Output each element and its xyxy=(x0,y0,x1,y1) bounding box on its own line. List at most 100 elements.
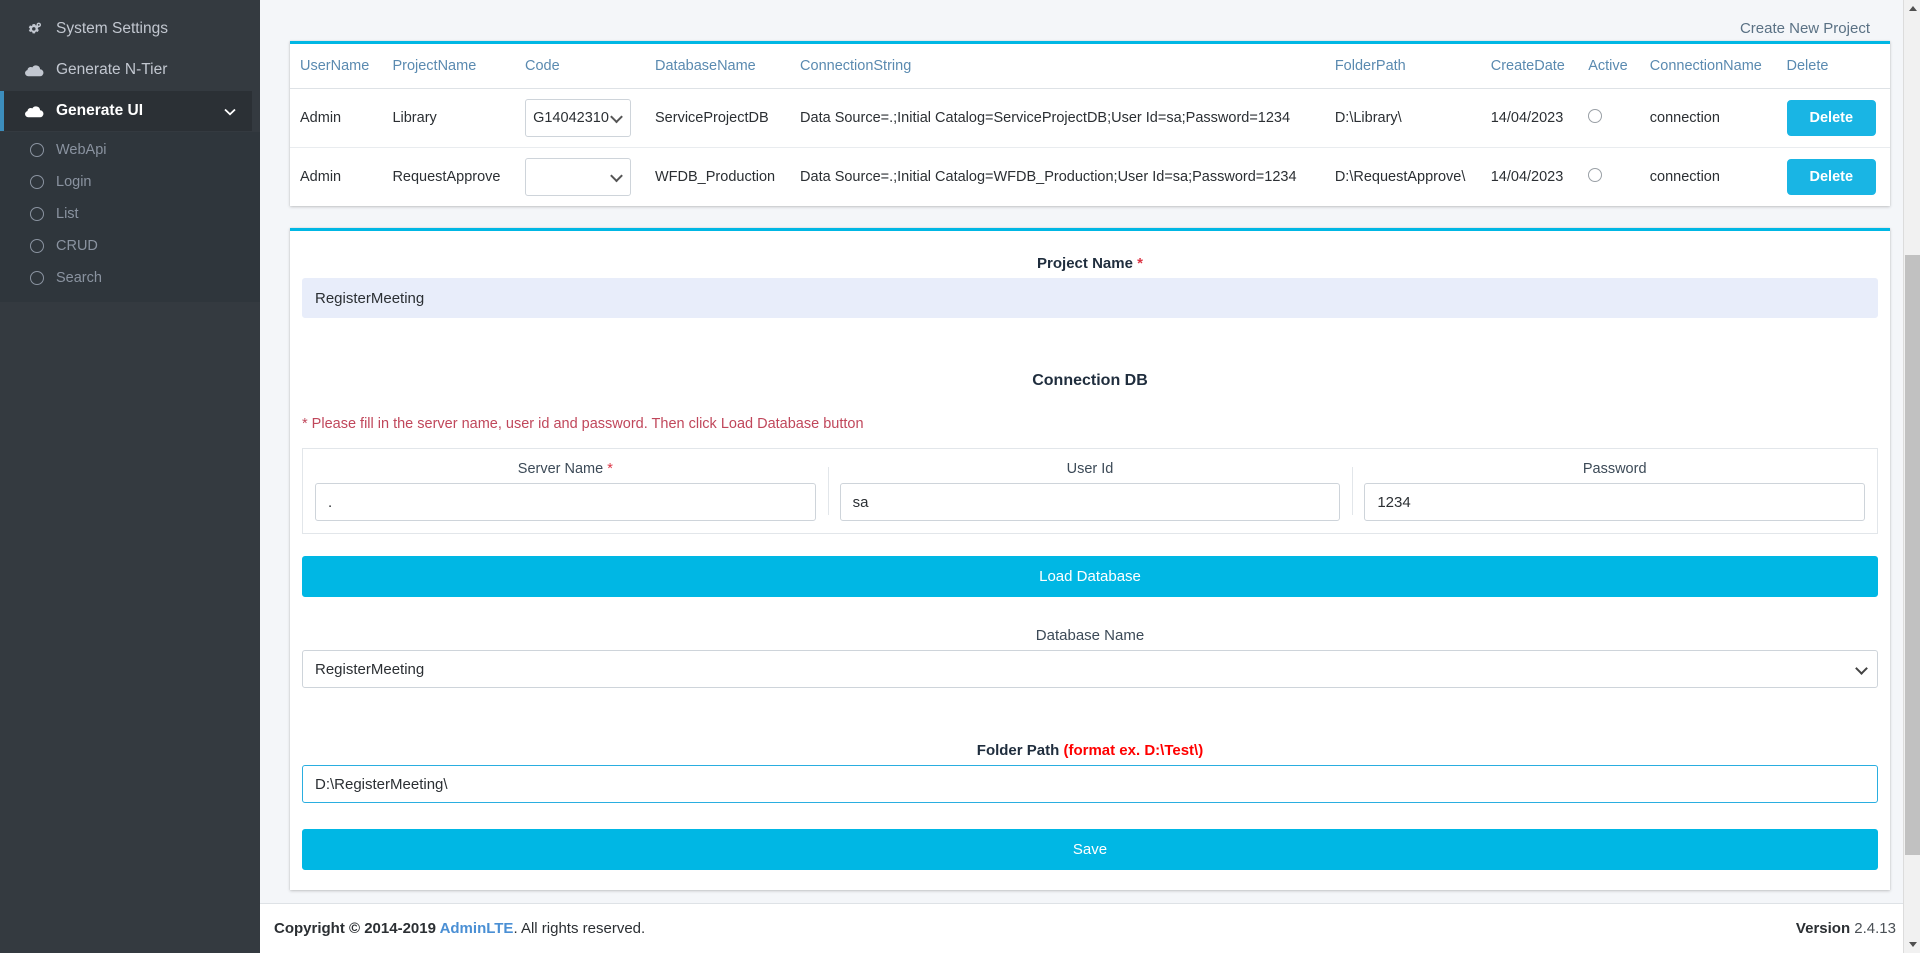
folder-path-label: Folder Path (format ex. D:\Test\) xyxy=(302,742,1878,759)
sidebar-link-generate-n-tier[interactable]: Generate N-Tier xyxy=(8,50,252,90)
password-label: Password xyxy=(1582,461,1647,477)
projects-table-body: Admin Library G14042310 ServiceProjectDB xyxy=(290,88,1890,207)
scrollbar-up-arrow[interactable] xyxy=(1904,0,1920,17)
cell-connectionstring: Data Source=.;Initial Catalog=WFDB_Produ… xyxy=(800,169,1297,185)
table-row: Admin RequestApprove WFDB_Production Dat… xyxy=(290,148,1890,207)
cell-projectname: Library xyxy=(382,88,515,148)
cell-active xyxy=(1578,148,1640,207)
sidebar-item-login[interactable]: Login xyxy=(0,166,260,198)
folder-path-group: Folder Path (format ex. D:\Test\) xyxy=(302,688,1878,803)
circle-icon xyxy=(30,143,44,157)
database-name-group: Database Name RegisterMeeting xyxy=(302,597,1878,688)
required-asterisk: * xyxy=(1137,255,1143,272)
sidebar-item-webapi[interactable]: WebApi xyxy=(0,134,260,166)
app-root: System Settings Generate N-Tier Generate… xyxy=(0,0,1920,953)
server-name-label-text: Server Name xyxy=(517,461,608,477)
footer-copyright-prefix: Copyright © 2014-2019 xyxy=(274,920,440,937)
connection-db-heading: Connection DB xyxy=(1032,372,1148,389)
save-button[interactable]: Save xyxy=(302,829,1878,870)
sidebar-subitem-label: List xyxy=(56,206,79,222)
database-name-select-value: RegisterMeeting xyxy=(315,660,425,678)
password-group: Password xyxy=(1352,461,1877,521)
create-new-project-link[interactable]: Create New Project xyxy=(1740,20,1870,37)
cell-createdate: 14/04/2023 xyxy=(1490,169,1564,185)
project-name-input[interactable] xyxy=(302,278,1878,318)
active-radio[interactable] xyxy=(1588,168,1603,182)
projects-table-card: UserName ProjectName Code DatabaseName C… xyxy=(290,41,1890,206)
sidebar-item-list[interactable]: List xyxy=(0,198,260,230)
sidebar-subitem-label: Login xyxy=(56,174,92,190)
sidebar-link-generate-ui[interactable]: Generate UI xyxy=(0,91,252,131)
active-radio[interactable] xyxy=(1588,109,1603,123)
adminlte-link[interactable]: AdminLTE xyxy=(440,920,514,937)
cell-projectname: RequestApprove xyxy=(392,169,501,185)
chevron-down-icon xyxy=(1855,662,1868,675)
server-name-group: Server Name * xyxy=(303,461,828,521)
circle-icon xyxy=(30,175,44,189)
column-header-folderpath: FolderPath xyxy=(1324,44,1481,89)
sidebar-item-generate-n-tier[interactable]: Generate N-Tier xyxy=(0,50,260,90)
footer-version: Version 2.4.13 xyxy=(1796,920,1896,937)
connection-db-fields-panel: Server Name * User Id Password xyxy=(302,448,1878,534)
column-header-active: Active xyxy=(1578,44,1640,89)
folder-path-input[interactable] xyxy=(302,765,1878,803)
cell-code xyxy=(515,148,645,207)
folder-path-label-text: Folder Path xyxy=(976,742,1064,759)
chevron-up-icon xyxy=(1908,6,1917,11)
column-header-databasename: DatabaseName xyxy=(645,44,791,89)
footer-copyright: Copyright © 2014-2019 AdminLTE. All righ… xyxy=(274,920,645,937)
cell-connectionname: connection xyxy=(1649,169,1720,185)
cell-databasename: WFDB_Production xyxy=(655,169,776,185)
cell-delete: Delete xyxy=(1776,88,1890,148)
version-number: 2.4.13 xyxy=(1854,920,1896,937)
create-new-project-row: Create New Project xyxy=(290,0,1890,41)
database-name-select[interactable]: RegisterMeeting xyxy=(302,650,1878,688)
cell-active xyxy=(1578,88,1640,148)
cell-folderpath: D:\Library\ xyxy=(1324,88,1481,148)
user-id-input[interactable] xyxy=(839,483,1341,521)
server-name-input[interactable] xyxy=(315,483,816,521)
sidebar-item-search[interactable]: Search xyxy=(0,262,260,294)
sidebar-item-crud[interactable]: CRUD xyxy=(0,230,260,262)
load-database-button[interactable]: Load Database xyxy=(302,556,1878,597)
folder-path-format-hint: (format ex. D:\Test\) xyxy=(1063,742,1204,759)
sidebar-item-label: Generate UI xyxy=(56,102,144,119)
scrollbar-down-arrow[interactable] xyxy=(1904,936,1920,953)
chevron-down-icon xyxy=(1908,942,1917,947)
delete-button[interactable]: Delete xyxy=(1786,100,1877,136)
cell-username: Admin xyxy=(290,88,383,148)
connection-fields-row: Server Name * User Id Password xyxy=(303,461,1877,521)
page-scrollbar[interactable] xyxy=(1903,0,1920,953)
password-input[interactable] xyxy=(1364,483,1866,521)
footer-copyright-suffix: . All rights reserved. xyxy=(513,920,646,937)
code-select[interactable]: G14042310 xyxy=(525,99,631,137)
code-select-value: G14042310 xyxy=(533,110,609,126)
project-name-label-text: Project Name xyxy=(1037,255,1138,272)
project-name-group: Project Name * xyxy=(302,231,1878,318)
code-select[interactable] xyxy=(525,158,631,196)
sidebar-subitem-label: Search xyxy=(56,270,102,286)
database-name-label: Database Name xyxy=(1035,627,1145,644)
cloud-icon xyxy=(22,104,46,118)
column-header-username: UserName xyxy=(290,44,383,89)
cell-createdate: 14/04/2023 xyxy=(1480,88,1579,148)
scrollbar-thumb[interactable] xyxy=(1905,255,1920,855)
connection-db-note: * Please fill in the server name, user i… xyxy=(302,416,864,432)
sidebar-item-generate-ui[interactable]: Generate UI WebApi Login List CRUD Searc… xyxy=(0,91,260,302)
cell-username: Admin xyxy=(300,169,342,185)
delete-button[interactable]: Delete xyxy=(1786,159,1877,195)
sidebar-link-system-settings[interactable]: System Settings xyxy=(8,9,252,49)
sidebar-item-system-settings[interactable]: System Settings xyxy=(0,9,260,49)
project-name-label: Project Name * xyxy=(302,255,1878,272)
gears-icon xyxy=(22,21,46,38)
main-content: Create New Project UserName ProjectName … xyxy=(260,0,1920,903)
sidebar: System Settings Generate N-Tier Generate… xyxy=(0,0,260,953)
circle-icon xyxy=(30,271,44,285)
content-wrapper: Create New Project UserName ProjectName … xyxy=(260,0,1920,953)
column-header-code: Code xyxy=(515,44,645,89)
cell-connectionname: connection xyxy=(1639,88,1777,148)
column-header-connectionname: ConnectionName xyxy=(1639,44,1777,89)
required-asterisk: * xyxy=(607,461,613,477)
projects-table: UserName ProjectName Code DatabaseName C… xyxy=(290,44,1890,206)
column-header-projectname: ProjectName xyxy=(382,44,515,89)
